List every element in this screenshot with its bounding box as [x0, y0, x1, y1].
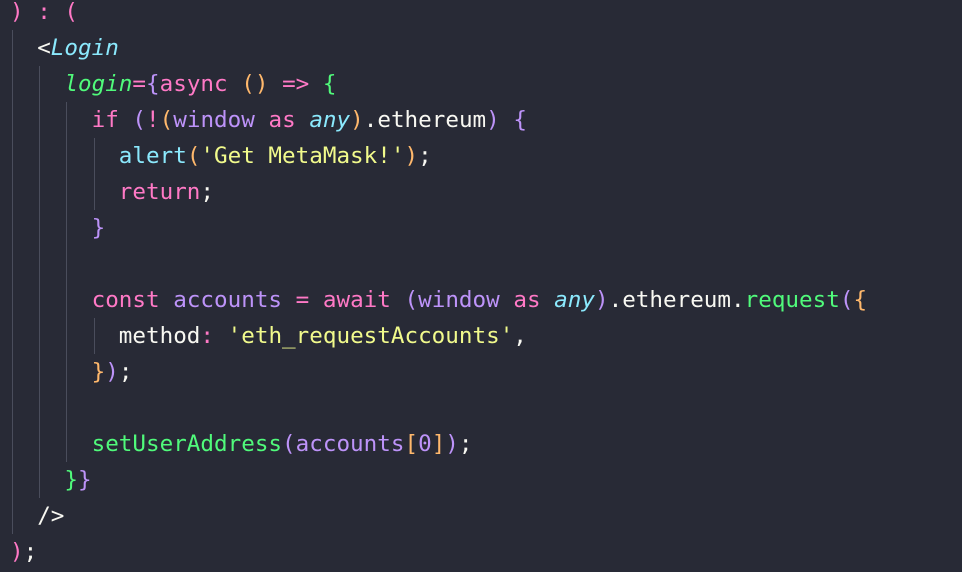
code-token: accounts: [173, 287, 283, 313]
code-token: {: [322, 71, 337, 97]
code-token: ) : (: [10, 0, 79, 25]
code-line: <Login: [37, 30, 119, 66]
code-token: }: [91, 359, 106, 385]
indent-guide: [39, 66, 41, 498]
code-token: method: [118, 323, 201, 349]
code-token: {: [853, 287, 868, 313]
code-token: const: [91, 287, 160, 313]
code-line: alert('Get MetaMask!');: [119, 138, 432, 174]
code-token: (: [132, 107, 147, 133]
code-line: }}: [64, 462, 91, 498]
code-token: ;: [118, 359, 133, 385]
code-line: ) : (: [10, 0, 78, 30]
code-token: ;: [200, 179, 215, 205]
code-token: .ethereum.: [608, 287, 745, 313]
code-token: ): [445, 431, 459, 457]
indent-guide: [93, 318, 95, 354]
code-token: async: [159, 71, 228, 97]
code-token: any: [309, 107, 351, 133]
indent-guide: [12, 30, 13, 534]
code-token: as: [513, 287, 541, 313]
code-token: !: [146, 107, 160, 133]
code-token: (: [186, 143, 201, 169]
code-token: ]: [431, 431, 446, 457]
indent-guide: [66, 102, 68, 462]
code-token: }: [64, 467, 78, 493]
indent-guide: [93, 138, 95, 210]
code-line: return;: [119, 174, 214, 210]
code-line: );: [10, 534, 37, 570]
code-token: ;: [23, 539, 38, 565]
code-token: window: [173, 107, 255, 133]
code-line: login={async () => {: [64, 66, 336, 102]
code-token: (: [404, 287, 419, 313]
code-token: }: [91, 215, 106, 241]
code-line: if (!(window as any).ethereum) {: [92, 102, 527, 138]
code-token: 'Get MetaMask!': [200, 143, 405, 169]
code-line: />: [37, 498, 64, 534]
code-token: ): [404, 143, 419, 169]
code-token: ): [350, 107, 364, 133]
code-token: }: [78, 467, 92, 493]
code-token: />: [37, 503, 65, 529]
code-line: method: 'eth_requestAccounts',: [119, 318, 527, 354]
code-token: ,: [513, 323, 527, 349]
code-token: Login: [50, 35, 119, 61]
code-token: =>: [282, 71, 310, 97]
code-token: accounts: [295, 431, 405, 457]
code-token: ): [105, 359, 119, 385]
code-token: [: [404, 431, 419, 457]
code-token: ): [594, 287, 609, 313]
code-token: if: [91, 107, 119, 133]
code-token: ): [10, 539, 24, 565]
code-token: ;: [418, 143, 432, 169]
code-token: (: [159, 107, 174, 133]
code-token: =: [295, 287, 310, 313]
code-editor[interactable]: ) : (<Login login={async () => {if (!(win…: [0, 0, 962, 572]
code-token: ): [486, 107, 500, 133]
code-token: (): [241, 71, 269, 97]
code-token: alert: [118, 143, 187, 169]
code-token: login: [64, 71, 133, 97]
code-token: return: [118, 179, 201, 205]
code-token: ;: [458, 431, 473, 457]
code-token: 'eth_requestAccounts': [227, 323, 514, 349]
code-token: any: [554, 287, 595, 313]
code-token: setUserAddress: [91, 431, 283, 457]
code-token: .ethereum: [363, 107, 487, 133]
code-line: });: [92, 354, 133, 390]
code-token: as: [268, 107, 296, 133]
code-line: }: [92, 210, 106, 246]
code-token: :: [200, 323, 228, 349]
code-token: await: [322, 287, 391, 313]
code-token: {: [513, 107, 527, 133]
code-token: 0: [418, 431, 432, 457]
code-token: request: [744, 287, 840, 313]
code-token: <: [37, 35, 51, 61]
code-token: (: [282, 431, 296, 457]
code-line: setUserAddress(accounts[0]);: [92, 426, 473, 462]
code-token: window: [418, 287, 500, 313]
code-line: const accounts = await (window as any).e…: [92, 282, 867, 318]
code-token: {: [146, 71, 160, 97]
code-token: =: [132, 71, 147, 97]
code-token: (: [839, 287, 854, 313]
